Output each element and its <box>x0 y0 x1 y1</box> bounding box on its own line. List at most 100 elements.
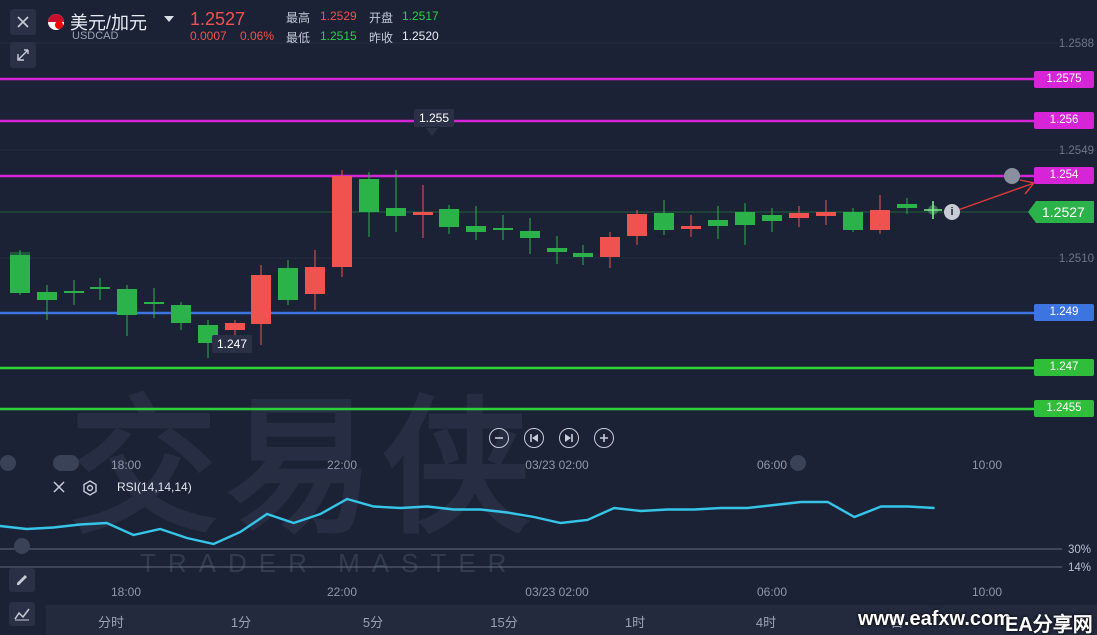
price-change: 0.0007 <box>190 29 227 43</box>
plus-icon <box>600 434 608 442</box>
candle-body <box>654 213 674 230</box>
time-axis-tick: 06:00 <box>756 585 788 599</box>
bell-icon[interactable] <box>1004 168 1020 184</box>
candle-body <box>64 291 84 293</box>
low-marker-label: 1.247 <box>212 335 253 353</box>
price-axis-tick: 1.2588 <box>1058 38 1094 50</box>
candle-body <box>225 323 245 330</box>
high-marker-label: 1.255 <box>414 109 455 127</box>
close-indicator-icon[interactable] <box>52 480 66 499</box>
level-label[interactable]: 1.247 <box>1034 359 1094 376</box>
time-axis-tick: 03/23 02:00 <box>525 458 589 472</box>
collapse-icon <box>17 49 29 61</box>
high-marker-pointer <box>426 128 438 136</box>
candle-body <box>627 214 647 236</box>
time-axis-tick: 22:00 <box>326 458 358 472</box>
candle-body <box>251 275 271 324</box>
chart-line-icon <box>14 608 30 621</box>
candle-body <box>117 289 137 315</box>
flag-icon <box>48 14 64 30</box>
zoom-in-button[interactable] <box>594 428 614 448</box>
site-watermark-cn: EA分享网 <box>1005 614 1093 635</box>
timeframe-tab[interactable]: 15分 <box>490 612 517 631</box>
chevron-down-icon[interactable] <box>164 16 174 22</box>
candle-body <box>359 179 379 212</box>
time-axis-tick: 22:00 <box>326 585 358 599</box>
candle-body <box>708 220 728 226</box>
timeframe-tab[interactable]: 1分 <box>231 612 251 631</box>
candle-body <box>305 267 325 294</box>
time-axis-tick: 10:00 <box>971 585 1003 599</box>
symbol-code: USDCAD <box>72 30 119 42</box>
candle-body <box>386 208 406 216</box>
indicator-toggle[interactable] <box>14 538 30 554</box>
gear-icon[interactable] <box>82 480 98 501</box>
timeframe-tab[interactable]: 分时 <box>98 612 124 631</box>
candle-body <box>466 226 486 232</box>
info-icon[interactable]: i <box>944 204 960 220</box>
candle-body <box>870 210 890 230</box>
close-button[interactable] <box>10 9 36 35</box>
close-icon <box>17 16 29 28</box>
candle-body <box>520 231 540 238</box>
prev-close-value: 1.2520 <box>402 29 439 43</box>
candle-body <box>10 252 30 293</box>
low-label: 最低 <box>286 31 311 45</box>
pencil-icon <box>17 575 27 585</box>
step-back-button[interactable] <box>524 428 544 448</box>
candle-body <box>278 268 298 300</box>
timeframe-tab[interactable]: 1时 <box>625 612 645 631</box>
trading-chart-app: 交易侠 TRADER MASTER 美元/加元 USDCAD 1.2527 0.… <box>0 0 1097 635</box>
trend-arrow-line <box>957 182 1035 211</box>
price-axis-tick: 1.2510 <box>1058 253 1094 265</box>
level-label[interactable]: 1.249 <box>1034 304 1094 321</box>
level-label[interactable]: 1.2575 <box>1034 71 1094 88</box>
current-price-tag: 1.2527 <box>1028 201 1094 223</box>
time-axis-tick: 10:00 <box>971 458 1003 472</box>
candle-body <box>681 226 701 229</box>
time-axis-tick: 18:00 <box>110 458 142 472</box>
candle-body <box>897 204 917 208</box>
price-chart[interactable] <box>0 0 1097 635</box>
site-watermark: www.eafxw.com <box>858 608 1012 630</box>
minus-icon <box>495 437 503 439</box>
candle-body <box>547 248 567 252</box>
live-tick-glow <box>928 205 938 215</box>
timeframe-tab[interactable]: 4时 <box>756 612 776 631</box>
zoom-out-button[interactable] <box>489 428 509 448</box>
prev-close-label: 昨收 <box>369 31 394 45</box>
level-label[interactable]: 1.256 <box>1034 112 1094 129</box>
candle-body <box>413 212 433 215</box>
pane-handle[interactable] <box>790 455 806 471</box>
indicator-button[interactable] <box>9 602 35 626</box>
pane-handle[interactable] <box>0 455 16 471</box>
step-forward-icon <box>565 434 573 442</box>
rsi-label: RSI(14,14,14) <box>117 480 192 494</box>
level-label[interactable]: 1.254 <box>1034 167 1094 184</box>
candle-body <box>332 176 352 267</box>
high-label: 最高 <box>286 11 311 25</box>
rsi-line <box>0 497 935 546</box>
candle-body <box>144 302 164 304</box>
collapse-button[interactable] <box>10 42 36 68</box>
open-label: 开盘 <box>369 11 394 25</box>
candle-body <box>843 212 863 230</box>
step-back-icon <box>530 434 538 442</box>
current-price-value: 1.2527 <box>1042 204 1085 220</box>
time-axis-tick: 03/23 02:00 <box>525 585 589 599</box>
low-value: 1.2515 <box>320 29 357 43</box>
step-forward-button[interactable] <box>559 428 579 448</box>
candle-body <box>171 305 191 323</box>
draw-tool-button[interactable] <box>9 568 35 592</box>
candle-body <box>90 287 110 289</box>
time-axis-tick: 18:00 <box>110 585 142 599</box>
candle-body <box>789 213 809 218</box>
pane-handle-pair[interactable] <box>53 455 79 471</box>
candle-body <box>816 212 836 216</box>
timeframe-tab[interactable]: 5分 <box>363 612 383 631</box>
candle-body <box>493 228 513 230</box>
time-axis-tick: 06:00 <box>756 458 788 472</box>
last-price: 1.2527 <box>190 9 246 29</box>
candle-body <box>439 209 459 227</box>
level-label[interactable]: 1.2455 <box>1034 400 1094 417</box>
